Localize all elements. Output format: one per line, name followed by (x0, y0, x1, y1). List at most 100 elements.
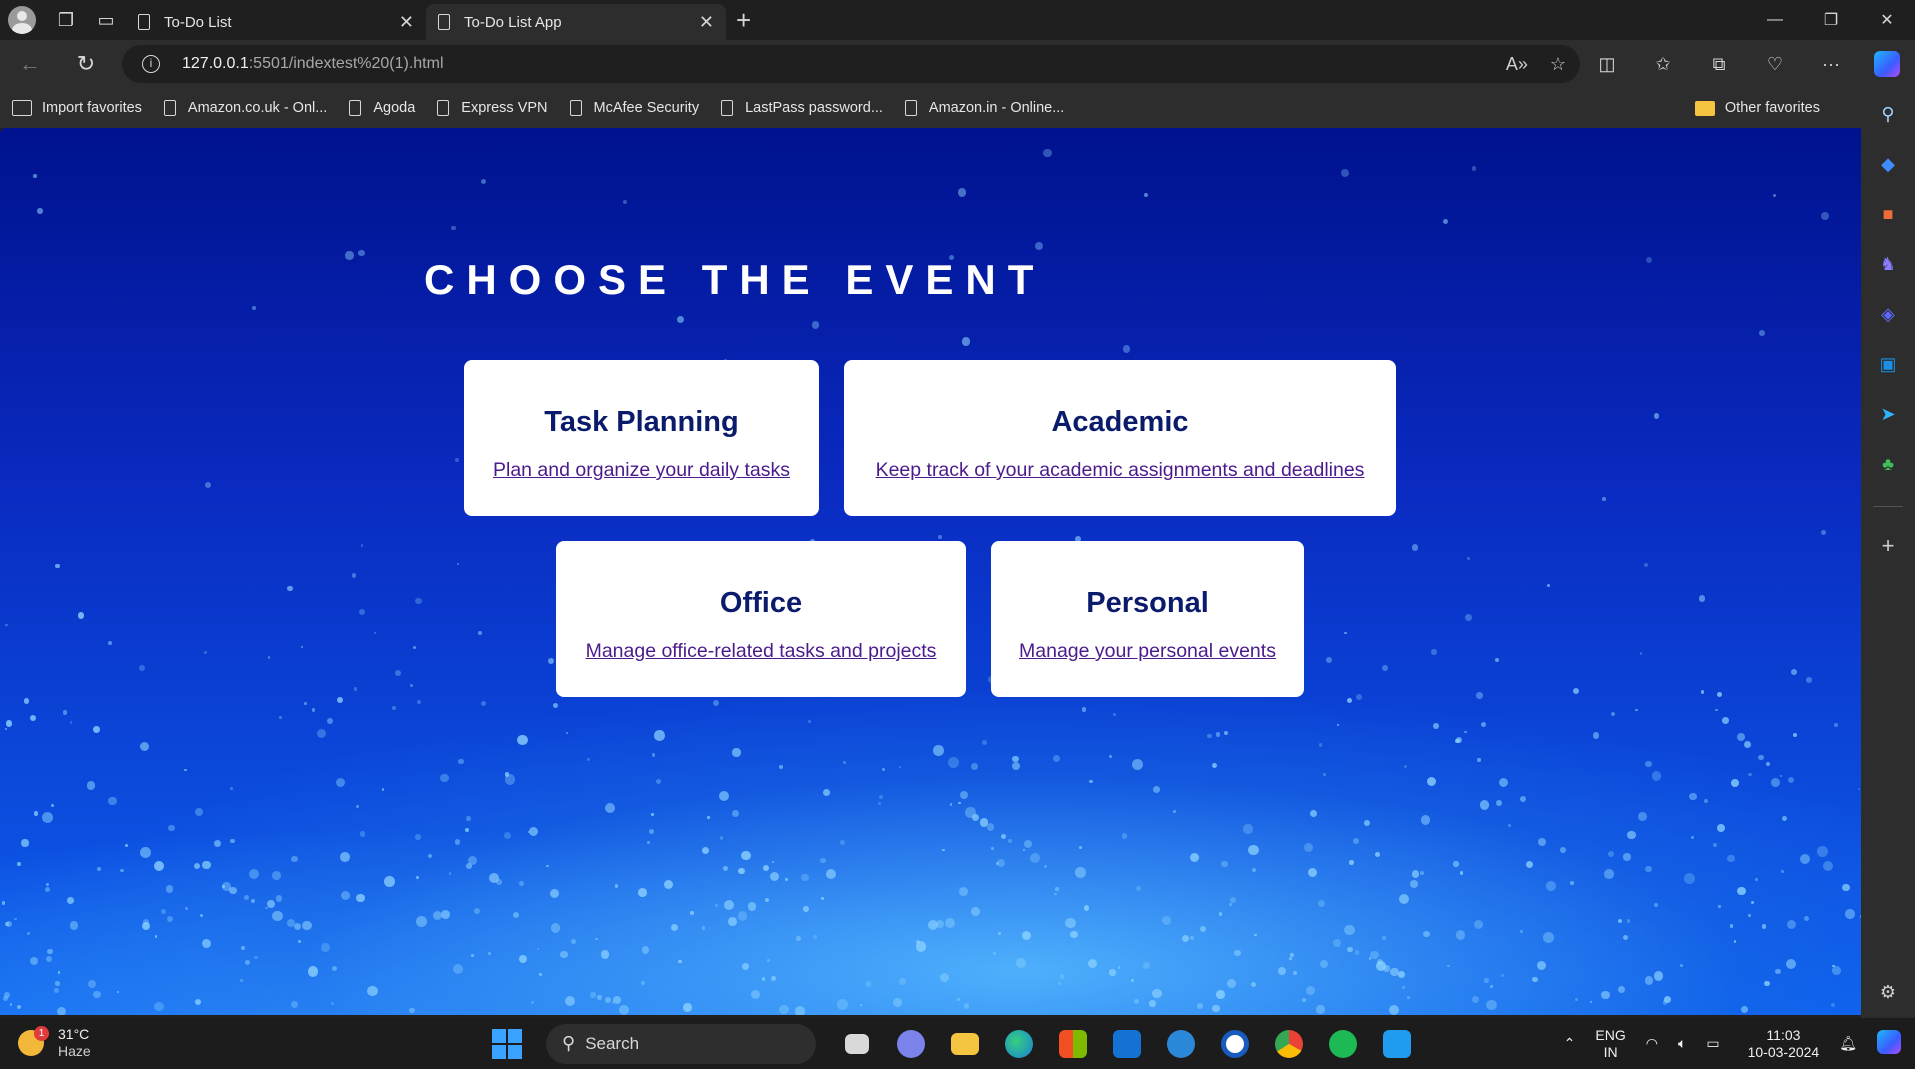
workspaces-icon[interactable]: ❐ (46, 0, 86, 40)
taskbar-search[interactable]: ⚲ Search (546, 1023, 816, 1064)
spotify-icon[interactable] (1316, 1018, 1370, 1069)
profile-avatar[interactable] (8, 6, 36, 34)
particle-dot (1152, 785, 1160, 793)
tab-todo-list[interactable]: To-Do List ✕ (126, 4, 426, 40)
particle-dot (1481, 722, 1487, 728)
outlook-icon[interactable]: ▣ (1861, 344, 1915, 384)
particle-dot (355, 804, 359, 808)
battery-icon[interactable]: ▭ (1706, 1035, 1719, 1052)
particle-dot (1340, 168, 1350, 178)
close-tab-icon[interactable]: ✕ (699, 12, 714, 33)
other-favorites[interactable]: Other favorites (1694, 100, 1820, 116)
notification-bell-icon[interactable]: 🔔︎ (1839, 1035, 1857, 1052)
favorite-lastpass[interactable]: LastPass password... (721, 100, 883, 116)
favorite-agoda[interactable]: Agoda (349, 100, 415, 116)
send-icon[interactable]: ➤ (1861, 394, 1915, 434)
site-info-icon[interactable]: i (142, 55, 160, 73)
language-indicator[interactable]: ENG IN (1595, 1027, 1625, 1061)
particle-dot (1653, 413, 1660, 419)
card-personal[interactable]: Personal Manage your personal events (991, 541, 1304, 697)
particle-dot (1355, 693, 1362, 700)
browser-essentials-icon[interactable]: ♡ (1747, 40, 1803, 88)
collections-icon[interactable]: ⧉ (1691, 40, 1747, 88)
favorites-icon[interactable]: ✩ (1635, 40, 1691, 88)
chevron-up-icon[interactable]: ⌃ (1564, 1035, 1576, 1052)
address-bar[interactable]: i 127.0.0.1 :5501/indextest%20(1).html A… (122, 45, 1580, 83)
particle-dot (1309, 810, 1317, 818)
close-window-icon[interactable]: ✕ (1859, 0, 1915, 40)
weather-temperature: 31°C (58, 1026, 90, 1042)
particle-dot (1545, 881, 1556, 891)
particle-dot (395, 669, 402, 676)
edge-browser-icon[interactable] (992, 1018, 1046, 1069)
particle-dot (1455, 929, 1466, 940)
card-academic[interactable]: Academic Keep track of your academic ass… (844, 360, 1396, 516)
page-heading: CHOOSE THE EVENT (424, 256, 1046, 303)
more-menu-icon[interactable]: ··· (1803, 40, 1859, 88)
particle-dot (571, 939, 577, 945)
favorite-express-vpn[interactable]: Express VPN (437, 100, 548, 116)
close-tab-icon[interactable]: ✕ (399, 12, 414, 33)
card-link[interactable]: Manage your personal events (1019, 640, 1276, 662)
tab-todo-list-app[interactable]: To-Do List App ✕ (426, 4, 726, 40)
settings-gear-icon[interactable]: ⚙ (1861, 972, 1915, 1012)
tree-icon[interactable]: ♣ (1861, 444, 1915, 484)
refresh-icon[interactable]: ↻ (64, 44, 108, 84)
copilot-taskbar-icon[interactable] (1877, 1029, 1901, 1058)
tab-actions-icon[interactable]: ▭ (86, 0, 126, 40)
particle-dot (1639, 652, 1643, 655)
card-link[interactable]: Keep track of your academic assignments … (876, 459, 1365, 481)
particle-dot (300, 645, 303, 649)
card-task-planning[interactable]: Task Planning Plan and organize your dai… (464, 360, 819, 516)
particle-dot (1859, 914, 1861, 918)
file-explorer-icon[interactable] (938, 1018, 992, 1069)
tools-icon[interactable]: ■ (1861, 194, 1915, 234)
particle-dot (17, 1005, 22, 1010)
task-view-icon[interactable] (830, 1018, 884, 1069)
particle-dot (1333, 939, 1341, 947)
card-link[interactable]: Manage office-related tasks and projects (586, 640, 937, 662)
copilot-icon[interactable] (1859, 40, 1915, 88)
search-icon[interactable]: ⚲ (1861, 94, 1915, 134)
favorite-star-icon[interactable]: ☆ (1550, 54, 1566, 75)
particle-dot (961, 337, 971, 346)
split-screen-icon[interactable]: ◫ (1579, 40, 1635, 88)
copilot-sidebar-icon[interactable]: ◈ (1861, 294, 1915, 334)
shopping-tag-icon[interactable]: ◆ (1861, 144, 1915, 184)
teams-chat-icon[interactable] (884, 1018, 938, 1069)
card-link[interactable]: Plan and organize your daily tasks (493, 459, 790, 481)
clock[interactable]: 11:03 10-03-2024 (1748, 1027, 1820, 1061)
weather-widget[interactable]: 1 31°C Haze (18, 1026, 91, 1060)
read-aloud-icon[interactable]: A» (1506, 54, 1528, 75)
particle-dot (1318, 743, 1323, 748)
particle-dot (1227, 978, 1237, 988)
particle-dot (1423, 930, 1430, 938)
chrome-icon[interactable] (1262, 1018, 1316, 1069)
games-icon[interactable]: ♞ (1861, 244, 1915, 284)
help-icon[interactable] (1154, 1018, 1208, 1069)
minimize-icon[interactable]: — (1747, 0, 1803, 40)
favorite-amazon-uk[interactable]: Amazon.co.uk - Onl... (163, 100, 327, 116)
particle-dot (1455, 736, 1463, 744)
microsoft-store-icon[interactable] (1046, 1018, 1100, 1069)
wifi-icon[interactable]: ◠ (1646, 1035, 1658, 1052)
particle-dot (1152, 988, 1162, 999)
word-app-icon[interactable] (1208, 1018, 1262, 1069)
restore-icon[interactable]: ❐ (1803, 0, 1859, 40)
new-tab-icon[interactable]: + (736, 5, 751, 36)
add-icon[interactable]: + (1861, 526, 1915, 566)
particle-dot (1307, 867, 1317, 877)
windows-start-icon[interactable] (492, 1028, 522, 1059)
favorite-amazon-in[interactable]: Amazon.in - Online... (904, 100, 1064, 116)
favorite-import[interactable]: Import favorites (12, 100, 142, 116)
volume-icon[interactable]: 🔈︎ (1678, 1035, 1686, 1052)
particle-dot (1143, 962, 1151, 969)
vscode-icon[interactable] (1370, 1018, 1424, 1069)
particle-dot (1008, 838, 1013, 843)
card-office[interactable]: Office Manage office-related tasks and p… (556, 541, 966, 697)
particle-dot (125, 843, 128, 847)
back-arrow-icon[interactable]: ← (8, 44, 52, 84)
favorite-mcafee[interactable]: McAfee Security (569, 100, 699, 116)
particle-dot (184, 768, 187, 772)
myhp-icon[interactable] (1100, 1018, 1154, 1069)
